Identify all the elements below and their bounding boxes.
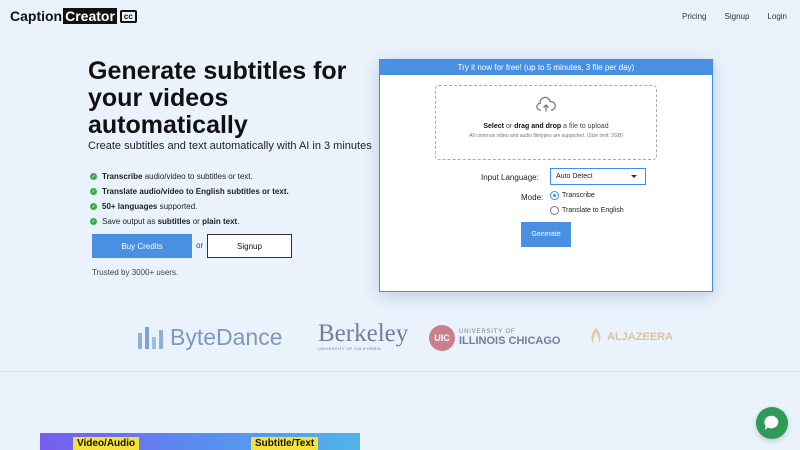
hero-subtitle: Create subtitles and text automatically … bbox=[88, 140, 372, 152]
buy-credits-button[interactable]: Buy Credits bbox=[92, 234, 192, 258]
uic-badge-icon: UIC bbox=[429, 325, 455, 351]
check-icon: ✓ bbox=[90, 218, 97, 225]
drag-drop-text: drag and drop bbox=[514, 123, 562, 130]
input-language-value: Auto Detect bbox=[556, 173, 593, 180]
signup-button[interactable]: Signup bbox=[207, 234, 292, 258]
feature-rest: supported. bbox=[157, 202, 198, 211]
demo-banner: Video/Audio Subtitle/Text bbox=[40, 433, 360, 450]
mode-label: Mode: bbox=[521, 193, 544, 202]
cloud-upload-icon bbox=[436, 96, 656, 119]
file-dropzone[interactable]: Select or drag and drop a file to upload… bbox=[435, 85, 657, 160]
feature-bold: Transcribe bbox=[102, 172, 143, 181]
feature-mid: or bbox=[190, 217, 203, 226]
check-icon: ✓ bbox=[90, 203, 97, 210]
header: Caption Creator cc Pricing Signup Login bbox=[0, 0, 800, 34]
logo-text-creator: Creator bbox=[63, 8, 117, 24]
uic-bottom-text: ILLINOIS CHICAGO bbox=[459, 335, 561, 347]
bytedance-logo: ByteDance bbox=[138, 324, 283, 351]
chat-bubble-icon bbox=[764, 415, 779, 431]
nav-signup-link[interactable]: Signup bbox=[725, 12, 750, 21]
dropzone-or: or bbox=[503, 123, 515, 130]
site-logo[interactable]: Caption Creator cc bbox=[10, 8, 137, 24]
chevron-down-icon bbox=[631, 175, 637, 178]
check-icon: ✓ bbox=[90, 188, 97, 195]
upload-card: Try it now for free! (up to 5 minutes, 3… bbox=[379, 59, 713, 292]
bytedance-bars-icon bbox=[138, 326, 163, 349]
chat-button[interactable] bbox=[756, 407, 788, 439]
top-nav: Pricing Signup Login bbox=[682, 12, 787, 21]
aljazeera-logo: ALJAZEERA bbox=[588, 327, 673, 347]
feature-bold-2: plain text bbox=[202, 217, 238, 226]
mode-transcribe-label: Transcribe bbox=[562, 192, 595, 199]
select-file-link[interactable]: Select bbox=[483, 123, 504, 130]
feature-item: ✓ Save output as subtitles or plain text… bbox=[90, 214, 289, 229]
mode-transcribe-radio[interactable]: Transcribe bbox=[550, 191, 595, 200]
berkeley-logo: Berkeley UNIVERSITY OF CALIFORNIA bbox=[318, 320, 409, 351]
dropzone-instructions: Select or drag and drop a file to upload bbox=[436, 123, 656, 130]
input-language-select[interactable]: Auto Detect bbox=[550, 168, 646, 185]
logo-text-caption: Caption bbox=[10, 8, 63, 24]
feature-item: ✓ Translate audio/video to English subti… bbox=[90, 184, 289, 199]
trusted-text: Trusted by 3000+ users. bbox=[92, 268, 179, 277]
hero-title: Generate subtitles for your videos autom… bbox=[88, 57, 347, 139]
nav-login-link[interactable]: Login bbox=[767, 12, 787, 21]
feature-post: . bbox=[237, 217, 240, 226]
section-divider bbox=[0, 371, 800, 372]
feature-item: ✓ Transcribe audio/video to subtitles or… bbox=[90, 169, 289, 184]
feature-bold: 50+ languages bbox=[102, 202, 158, 211]
feature-text: Translate audio/video to English subtitl… bbox=[102, 187, 289, 196]
dropzone-note: All common video and audio filetypes are… bbox=[469, 133, 623, 139]
feature-rest: audio/video to subtitles or text. bbox=[142, 172, 253, 181]
feature-rest: audio/video to English subtitles or text… bbox=[137, 187, 289, 196]
check-icon: ✓ bbox=[90, 173, 97, 180]
input-language-label: Input Language: bbox=[481, 173, 539, 182]
card-header: Try it now for free! (up to 5 minutes, 3… bbox=[380, 60, 712, 75]
subtitle-text-tag: Subtitle/Text bbox=[251, 437, 319, 450]
video-audio-tag: Video/Audio bbox=[73, 437, 140, 450]
feature-text: 50+ languages supported. bbox=[102, 202, 197, 211]
aljazeera-text: ALJAZEERA bbox=[607, 331, 674, 343]
feature-bold: subtitles bbox=[157, 217, 191, 226]
feature-bold: Translate bbox=[102, 187, 138, 196]
trust-logos: ByteDance Berkeley UNIVERSITY OF CALIFOR… bbox=[0, 318, 800, 358]
radio-selected-icon bbox=[550, 191, 559, 200]
nav-pricing-link[interactable]: Pricing bbox=[682, 12, 706, 21]
feature-list: ✓ Transcribe audio/video to subtitles or… bbox=[90, 169, 289, 229]
radio-unselected-icon bbox=[550, 206, 559, 215]
uic-text: UNIVERSITY OF ILLINOIS CHICAGO bbox=[459, 329, 560, 347]
feature-item: ✓ 50+ languages supported. bbox=[90, 199, 289, 214]
mode-translate-label: Translate to English bbox=[562, 207, 624, 214]
feature-pre: Save output as bbox=[102, 217, 158, 226]
berkeley-text: Berkeley bbox=[318, 320, 409, 347]
or-text: or bbox=[196, 241, 204, 250]
feature-text: Save output as subtitles or plain text. bbox=[102, 217, 239, 226]
uic-logo: UIC UNIVERSITY OF ILLINOIS CHICAGO bbox=[429, 325, 560, 351]
feature-text: Transcribe audio/video to subtitles or t… bbox=[102, 172, 253, 181]
dropzone-rest: a file to upload bbox=[561, 123, 609, 130]
berkeley-subtext: UNIVERSITY OF CALIFORNIA bbox=[318, 346, 381, 351]
bytedance-text: ByteDance bbox=[170, 324, 283, 350]
aljazeera-emblem-icon bbox=[591, 328, 601, 345]
cc-badge-icon: cc bbox=[119, 9, 137, 23]
mode-translate-radio[interactable]: Translate to English bbox=[550, 206, 624, 215]
generate-button[interactable]: Generate bbox=[521, 222, 571, 247]
